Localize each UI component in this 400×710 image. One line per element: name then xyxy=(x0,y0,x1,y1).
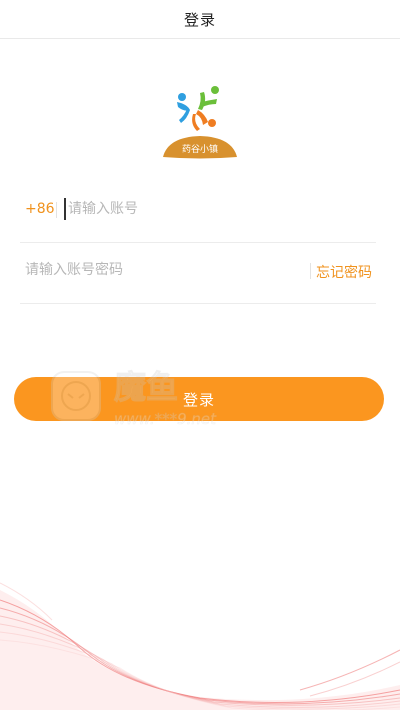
password-divider xyxy=(310,263,311,279)
login-button-label: 登录 xyxy=(182,390,215,409)
page-title: 登录 xyxy=(183,10,216,29)
svg-text:药谷小镇: 药谷小镇 xyxy=(182,143,218,155)
country-code-selector[interactable]: +86 xyxy=(25,201,55,217)
password-row: 忘记密码 xyxy=(20,241,376,304)
top-nav-bar: 登录 xyxy=(0,0,400,39)
decorative-wave-background xyxy=(0,582,400,710)
app-logo: 药谷小镇 xyxy=(163,86,237,159)
login-button[interactable]: 登录 xyxy=(14,377,384,421)
phone-divider xyxy=(56,202,57,218)
forgot-password-link[interactable]: 忘记密码 xyxy=(316,262,372,282)
phone-input[interactable] xyxy=(64,198,368,220)
phone-row: +86 xyxy=(20,180,376,243)
password-input[interactable] xyxy=(25,259,295,281)
